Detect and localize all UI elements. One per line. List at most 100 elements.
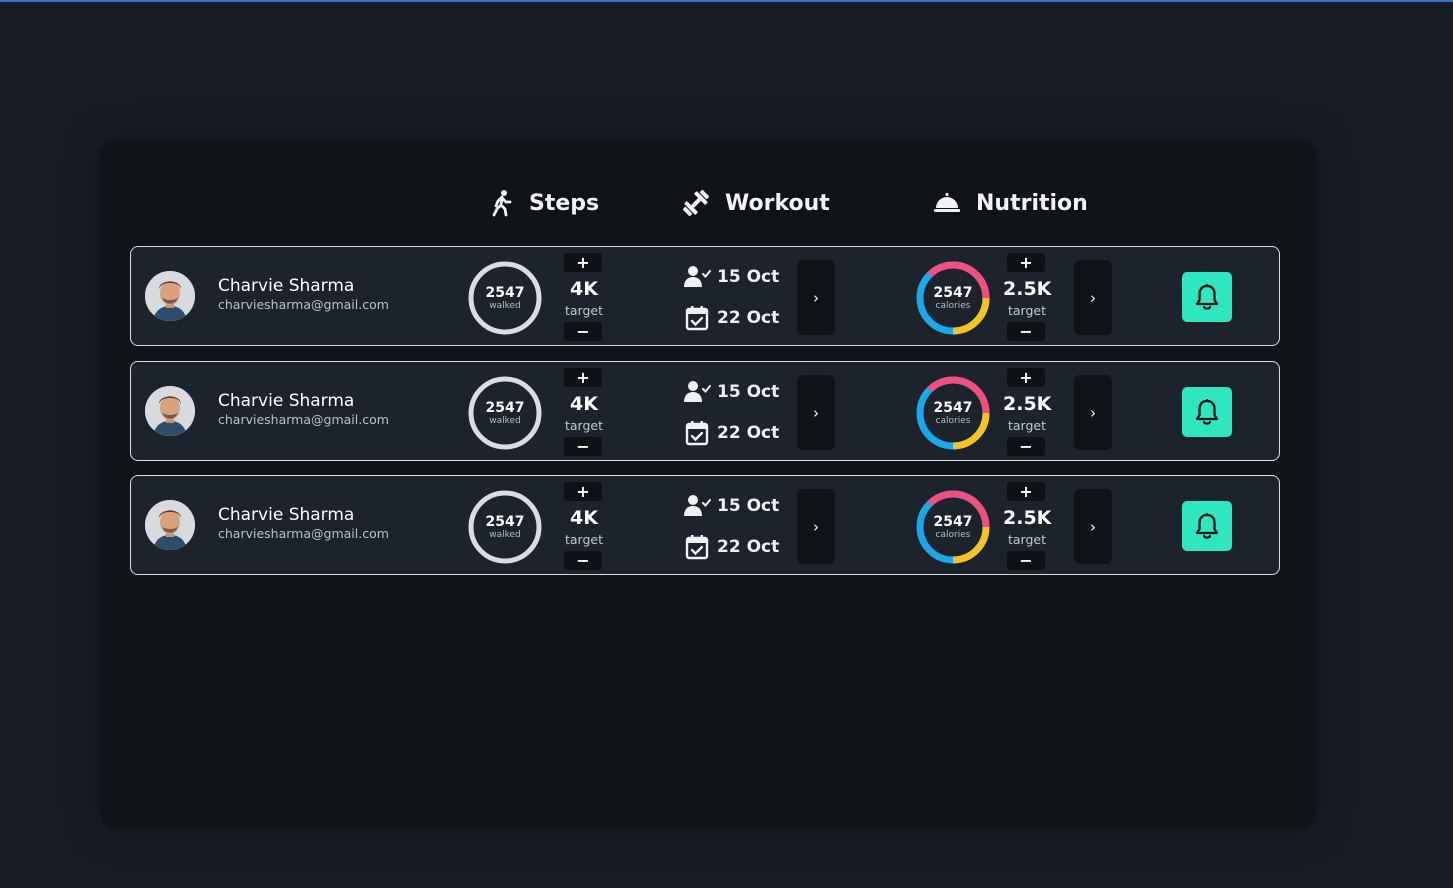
member-email: charviesharma@gmail.com — [218, 297, 389, 312]
nutrition-increase-button[interactable]: + — [1007, 368, 1045, 387]
calendar-check-icon — [683, 534, 711, 560]
nutrition-target-stepper: + 2.5K target − — [1003, 367, 1052, 457]
nutrition-progress-ring: 2547 calories — [915, 260, 991, 336]
walking-person-icon — [489, 189, 515, 217]
workout-details-button[interactable]: › — [797, 375, 835, 450]
workout-details-button[interactable]: › — [797, 489, 835, 564]
nutrition-target-label: target — [1007, 303, 1046, 318]
nutrition-target-value: 2.5K — [1003, 278, 1052, 300]
chevron-right-icon: › — [813, 403, 819, 422]
steps-increase-button[interactable]: + — [564, 482, 602, 501]
workout-date-next: 22 Oct — [683, 534, 779, 560]
bell-icon — [1195, 513, 1219, 539]
member-row: Charvie Sharma charviesharma@gmail.com 2… — [130, 475, 1280, 620]
top-accent-line — [0, 0, 1453, 2]
workout-header-label: Workout — [725, 190, 830, 216]
member-email: charviesharma@gmail.com — [218, 412, 389, 427]
steps-increase-button[interactable]: + — [564, 253, 602, 272]
workout-details-button[interactable]: › — [797, 260, 835, 335]
workout-date-last: 15 Oct — [683, 380, 779, 404]
member-name: Charvie Sharma — [218, 276, 355, 296]
steps-decrease-button[interactable]: − — [564, 322, 602, 341]
nutrition-details-button[interactable]: › — [1074, 489, 1112, 564]
nutrition-target-stepper: + 2.5K target − — [1003, 481, 1052, 571]
steps-target-value: 4K — [570, 507, 598, 529]
steps-target-stepper: + 4K target − — [562, 481, 606, 571]
calendar-check-icon — [683, 305, 711, 331]
member-row: Charvie Sharma charviesharma@gmail.com 2… — [130, 361, 1280, 506]
steps-walked-value: 2547 — [485, 284, 525, 301]
nutrition-target-value: 2.5K — [1003, 507, 1052, 529]
bell-icon — [1195, 399, 1219, 425]
nutrition-increase-button[interactable]: + — [1007, 253, 1045, 272]
nutrition-decrease-button[interactable]: − — [1007, 322, 1045, 341]
workout-date-next: 22 Oct — [683, 305, 779, 331]
user-check-icon — [683, 380, 711, 404]
steps-increase-button[interactable]: + — [564, 368, 602, 387]
nutrition-calories-value: 2547 — [933, 399, 973, 416]
serving-cloche-icon — [932, 190, 962, 216]
nutrition-increase-button[interactable]: + — [1007, 482, 1045, 501]
steps-progress-ring: 2547 walked — [467, 260, 631, 391]
column-header-nutrition: Nutrition — [932, 183, 1088, 223]
workout-date-last-text: 15 Oct — [717, 267, 780, 287]
member-email: charviesharma@gmail.com — [218, 526, 389, 541]
workout-date-last: 15 Oct — [683, 265, 779, 289]
workout-date-last: 15 Oct — [683, 494, 779, 518]
steps-walked-value: 2547 — [485, 399, 525, 416]
workout-date-next-text: 22 Oct — [717, 537, 780, 557]
nutrition-target-stepper: + 2.5K target − — [1003, 252, 1052, 342]
chevron-right-icon: › — [1090, 517, 1096, 536]
notify-button[interactable] — [1182, 272, 1232, 322]
chevron-right-icon: › — [813, 517, 819, 536]
workout-date-next-text: 22 Oct — [717, 308, 780, 328]
steps-walked-label: walked — [489, 300, 521, 311]
steps-walked-value: 2547 — [485, 513, 525, 530]
user-check-icon — [683, 494, 711, 518]
nutrition-header-label: Nutrition — [976, 190, 1088, 216]
steps-target-label: target — [564, 303, 603, 318]
steps-target-stepper: + 4K target − — [562, 252, 606, 342]
steps-target-label: target — [564, 532, 603, 547]
chevron-right-icon: › — [1090, 288, 1096, 307]
chevron-right-icon: › — [1090, 403, 1096, 422]
member-name: Charvie Sharma — [218, 391, 355, 411]
workout-date-last-text: 15 Oct — [717, 496, 780, 516]
steps-progress-ring: 2547 walked — [467, 375, 631, 506]
nutrition-calories-label: calories — [935, 415, 971, 426]
avatar — [145, 500, 195, 550]
nutrition-decrease-button[interactable]: − — [1007, 551, 1045, 570]
nutrition-calories-label: calories — [935, 300, 971, 311]
bell-icon — [1195, 284, 1219, 310]
notify-button[interactable] — [1182, 501, 1232, 551]
nutrition-target-label: target — [1007, 532, 1046, 547]
notify-button[interactable] — [1182, 387, 1232, 437]
nutrition-decrease-button[interactable]: − — [1007, 437, 1045, 456]
workout-date-next-text: 22 Oct — [717, 423, 780, 443]
steps-progress-ring: 2547 walked — [467, 489, 631, 620]
nutrition-details-button[interactable]: › — [1074, 375, 1112, 450]
chevron-right-icon: › — [813, 288, 819, 307]
steps-decrease-button[interactable]: − — [564, 551, 602, 570]
steps-target-stepper: + 4K target − — [562, 367, 606, 457]
steps-header-label: Steps — [529, 190, 600, 216]
avatar — [145, 386, 195, 436]
steps-target-value: 4K — [570, 393, 598, 415]
steps-decrease-button[interactable]: − — [564, 437, 602, 456]
workout-date-next: 22 Oct — [683, 420, 779, 446]
avatar — [145, 271, 195, 321]
nutrition-calories-value: 2547 — [933, 513, 973, 530]
workout-date-last-text: 15 Oct — [717, 382, 780, 402]
dumbbell-icon — [681, 188, 711, 218]
steps-walked-label: walked — [489, 415, 521, 426]
nutrition-progress-ring: 2547 calories — [915, 375, 991, 451]
nutrition-calories-label: calories — [935, 529, 971, 540]
nutrition-target-value: 2.5K — [1003, 393, 1052, 415]
column-header-steps: Steps — [489, 183, 599, 223]
user-check-icon — [683, 265, 711, 289]
nutrition-target-label: target — [1007, 418, 1046, 433]
column-header-workout: Workout — [681, 183, 830, 223]
nutrition-details-button[interactable]: › — [1074, 260, 1112, 335]
steps-walked-label: walked — [489, 529, 521, 540]
member-name: Charvie Sharma — [218, 505, 355, 525]
